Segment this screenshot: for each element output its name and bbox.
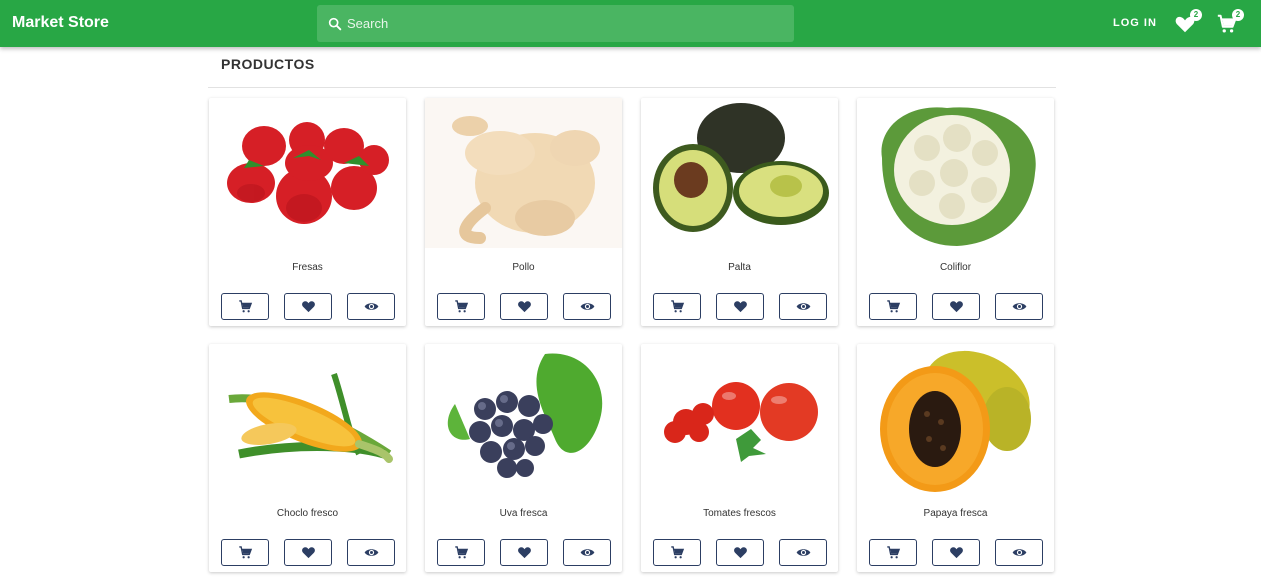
add-to-cart-button[interactable] <box>437 293 485 320</box>
product-name: Coliflor <box>939 262 972 273</box>
heart-icon <box>517 547 531 559</box>
product-image-corn[interactable] <box>209 344 406 494</box>
add-to-cart-button[interactable] <box>653 293 701 320</box>
cart-icon <box>238 300 252 313</box>
product-card: Palta <box>641 98 838 326</box>
product-image-strawberries[interactable] <box>209 98 406 248</box>
product-name: Fresas <box>292 262 323 273</box>
product-card: Fresas <box>209 98 406 326</box>
favorites-button[interactable]: 2 <box>1174 9 1202 35</box>
view-button[interactable] <box>779 293 827 320</box>
cart-icon <box>454 546 468 559</box>
product-image-avocado[interactable] <box>641 98 838 248</box>
product-name: Papaya fresca <box>923 508 988 519</box>
product-actions <box>221 539 395 567</box>
product-name: Pollo <box>512 262 535 273</box>
add-to-cart-button[interactable] <box>653 539 701 566</box>
product-name: Palta <box>728 262 751 273</box>
product-card: Tomates frescos <box>641 344 838 572</box>
product-actions <box>221 293 395 321</box>
eye-icon <box>580 549 594 556</box>
view-button[interactable] <box>563 293 611 320</box>
eye-icon <box>796 303 810 310</box>
favorite-button[interactable] <box>500 539 548 566</box>
heart-icon <box>301 547 315 559</box>
product-card: Coliflor <box>857 98 1054 326</box>
view-button[interactable] <box>995 293 1043 320</box>
product-actions <box>869 293 1043 321</box>
product-card: Pollo <box>425 98 622 326</box>
app-bar: Market Store LOG IN 2 2 <box>0 0 1261 47</box>
view-button[interactable] <box>995 539 1043 566</box>
product-card: Papaya fresca <box>857 344 1054 572</box>
product-name: Tomates frescos <box>703 508 776 519</box>
favorite-button[interactable] <box>716 539 764 566</box>
divider <box>208 87 1056 88</box>
view-button[interactable] <box>563 539 611 566</box>
eye-icon <box>364 549 378 556</box>
eye-icon <box>1012 303 1026 310</box>
heart-icon <box>949 547 963 559</box>
product-actions <box>437 293 611 321</box>
favorite-button[interactable] <box>284 293 332 320</box>
cart-icon <box>670 300 684 313</box>
product-image-grapes[interactable] <box>425 344 622 494</box>
eye-icon <box>1012 549 1026 556</box>
product-name: Choclo fresco <box>276 508 339 519</box>
product-actions <box>653 293 827 321</box>
cart-icon <box>886 300 900 313</box>
favorite-button[interactable] <box>500 293 548 320</box>
cart-badge: 2 <box>1232 9 1244 21</box>
heart-icon <box>517 301 531 313</box>
favorite-button[interactable] <box>932 293 980 320</box>
cart-button[interactable]: 2 <box>1216 9 1244 35</box>
search-icon <box>328 17 342 31</box>
heart-icon <box>949 301 963 313</box>
brand-title[interactable]: Market Store <box>12 14 109 32</box>
cart-icon <box>454 300 468 313</box>
product-actions <box>653 539 827 567</box>
eye-icon <box>364 303 378 310</box>
product-actions <box>869 539 1043 567</box>
product-name: Uva fresca <box>499 508 548 519</box>
favorite-button[interactable] <box>932 539 980 566</box>
product-card: Choclo fresco <box>209 344 406 572</box>
cart-icon <box>238 546 252 559</box>
login-button[interactable]: LOG IN <box>1113 17 1157 29</box>
search-box[interactable] <box>317 5 794 42</box>
product-image-papaya[interactable] <box>857 344 1054 494</box>
favorites-badge: 2 <box>1190 9 1202 21</box>
view-button[interactable] <box>779 539 827 566</box>
eye-icon <box>796 549 810 556</box>
product-image-tomatoes[interactable] <box>641 344 838 494</box>
view-button[interactable] <box>347 293 395 320</box>
page-title: PRODUCTOS <box>221 56 315 72</box>
cart-icon <box>670 546 684 559</box>
search-input[interactable] <box>347 5 787 42</box>
heart-icon <box>301 301 315 313</box>
add-to-cart-button[interactable] <box>869 293 917 320</box>
add-to-cart-button[interactable] <box>437 539 485 566</box>
view-button[interactable] <box>347 539 395 566</box>
product-actions <box>437 539 611 567</box>
heart-icon <box>733 301 747 313</box>
eye-icon <box>580 303 594 310</box>
cart-icon <box>886 546 900 559</box>
heart-icon <box>733 547 747 559</box>
favorite-button[interactable] <box>284 539 332 566</box>
product-image-cauliflower[interactable] <box>857 98 1054 248</box>
add-to-cart-button[interactable] <box>869 539 917 566</box>
product-card: Uva fresca <box>425 344 622 572</box>
product-image-raw-chicken[interactable] <box>425 98 622 248</box>
favorite-button[interactable] <box>716 293 764 320</box>
add-to-cart-button[interactable] <box>221 293 269 320</box>
add-to-cart-button[interactable] <box>221 539 269 566</box>
